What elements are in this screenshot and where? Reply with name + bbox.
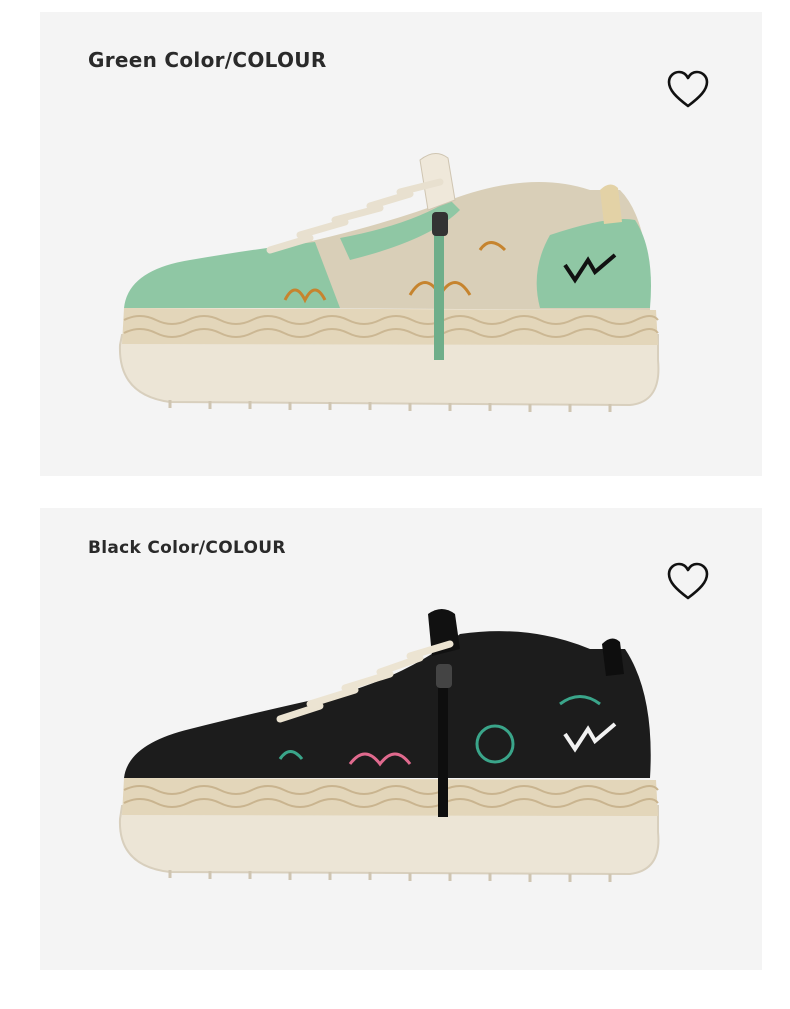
product-card-black: Black Color/COLOUR: [40, 508, 762, 970]
sneaker-image-black: [118, 609, 660, 882]
color-label: Green Color/COLOUR: [88, 48, 327, 72]
favorite-heart-icon[interactable]: [666, 562, 710, 602]
color-label: Black Color/COLOUR: [88, 538, 286, 558]
favorite-heart-icon[interactable]: [666, 70, 710, 110]
sneaker-image-green: [118, 153, 660, 412]
product-card-green: Green Color/COLOUR: [40, 12, 762, 476]
